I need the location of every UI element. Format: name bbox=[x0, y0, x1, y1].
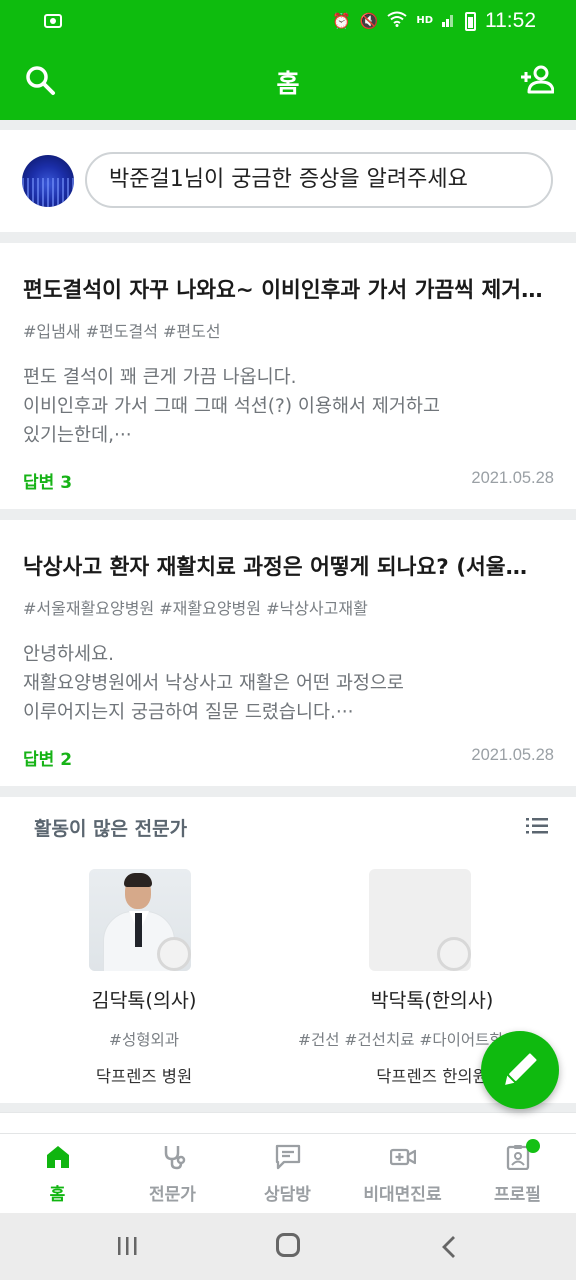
status-bar: ⏰ 🔇 HD 11:52 bbox=[0, 0, 576, 40]
back-icon[interactable] bbox=[440, 1235, 458, 1259]
ask-card: 박준걸1님이 궁금한 증상을 알려주세요 bbox=[0, 130, 576, 232]
user-avatar[interactable] bbox=[22, 155, 74, 207]
add-user-button[interactable] bbox=[520, 64, 555, 94]
signal-icon bbox=[442, 11, 456, 31]
expert-photo bbox=[369, 869, 471, 971]
question-title[interactable]: 편도결석이 자꾸 나와요~ 이비인후과 가서 가끔씩 제거하는데 근본적인 치료… bbox=[23, 273, 543, 304]
status-icons: ⏰ 🔇 HD 11:52 bbox=[332, 9, 536, 33]
page-title: 홈 bbox=[276, 69, 300, 98]
nav-telemedicine[interactable]: 비대면진료 bbox=[345, 1134, 460, 1214]
answer-count: 답변 2 bbox=[23, 750, 73, 770]
question-body: 편도 결석이 꽤 큰게 가끔 나옵니다. 이비인후과 가서 그때 그때 석션(?… bbox=[23, 367, 440, 446]
question-date: 2021.05.28 bbox=[471, 746, 554, 764]
pencil-icon bbox=[505, 1053, 537, 1085]
question-title[interactable]: 낙상사고 환자 재활치료 과정은 어떻게 되나요? (서울재활요양병원) bbox=[23, 550, 543, 581]
question-card[interactable]: 편도결석이 자꾸 나와요~ 이비인후과 가서 가끔씩 제거하는데 근본적인 치료… bbox=[0, 243, 576, 509]
chat-icon bbox=[275, 1144, 301, 1170]
question-date: 2021.05.28 bbox=[471, 469, 554, 487]
expert-tags: #성형외과 bbox=[108, 1031, 180, 1049]
expert-hospital: 닥프렌즈 병원 bbox=[95, 1067, 193, 1086]
bottom-navigation: 홈 전문가 상담방 비대면진료 프로필 bbox=[0, 1133, 576, 1213]
write-question-button[interactable] bbox=[481, 1031, 559, 1109]
nav-profile[interactable]: 프로필 bbox=[460, 1134, 575, 1214]
nav-consult-room[interactable]: 상담방 bbox=[230, 1134, 345, 1214]
expert-name: 김닥톡(의사) bbox=[91, 989, 197, 1012]
ask-symptom-input[interactable]: 박준걸1님이 궁금한 증상을 알려주세요 bbox=[85, 152, 553, 208]
app-bar: 홈 bbox=[0, 40, 576, 120]
question-body: 안녕하세요. 재활요양병원에서 낙상사고 재활은 어떤 과정으로 이루어지는지 … bbox=[23, 644, 404, 723]
expert-badge bbox=[157, 937, 191, 971]
wifi-icon bbox=[387, 11, 407, 31]
status-time: 11:52 bbox=[485, 9, 536, 32]
question-card[interactable]: 낙상사고 환자 재활치료 과정은 어떻게 되나요? (서울재활요양병원) #서울… bbox=[0, 520, 576, 786]
expert-photo bbox=[89, 869, 191, 971]
expert-card[interactable]: 김닥톡(의사) #성형외과 닥프렌즈 병원 bbox=[0, 869, 288, 1087]
next-section-peek bbox=[0, 1112, 576, 1134]
answer-count: 답변 3 bbox=[23, 473, 73, 493]
nav-home[interactable]: 홈 bbox=[0, 1134, 115, 1214]
nav-experts[interactable]: 전문가 bbox=[115, 1134, 230, 1214]
question-tags: #서울재활요양병원 #재활요양병원 #낙상사고재활 bbox=[23, 599, 368, 618]
hd-voice-icon: HD bbox=[416, 15, 433, 26]
notification-dot bbox=[526, 1139, 540, 1153]
expert-badge bbox=[437, 937, 471, 971]
alarm-icon: ⏰ bbox=[331, 12, 351, 30]
home-icon bbox=[47, 1146, 69, 1168]
stethoscope-icon bbox=[164, 1146, 186, 1170]
add-user-icon bbox=[521, 65, 555, 94]
home-button-icon[interactable] bbox=[276, 1233, 300, 1257]
list-icon[interactable] bbox=[526, 817, 548, 835]
mute-icon: 🔇 bbox=[359, 12, 379, 30]
expert-name: 박닥톡(한의사) bbox=[370, 989, 494, 1012]
section-title: 활동이 많은 전문가 bbox=[34, 818, 188, 840]
system-navigation-bar bbox=[0, 1213, 576, 1280]
battery-icon bbox=[465, 11, 476, 31]
video-icon bbox=[390, 1148, 416, 1166]
recent-apps-icon[interactable] bbox=[116, 1235, 138, 1257]
screen-capture-icon bbox=[44, 14, 62, 28]
question-tags: #입냄새 #편도결석 #편도선 bbox=[23, 322, 221, 341]
